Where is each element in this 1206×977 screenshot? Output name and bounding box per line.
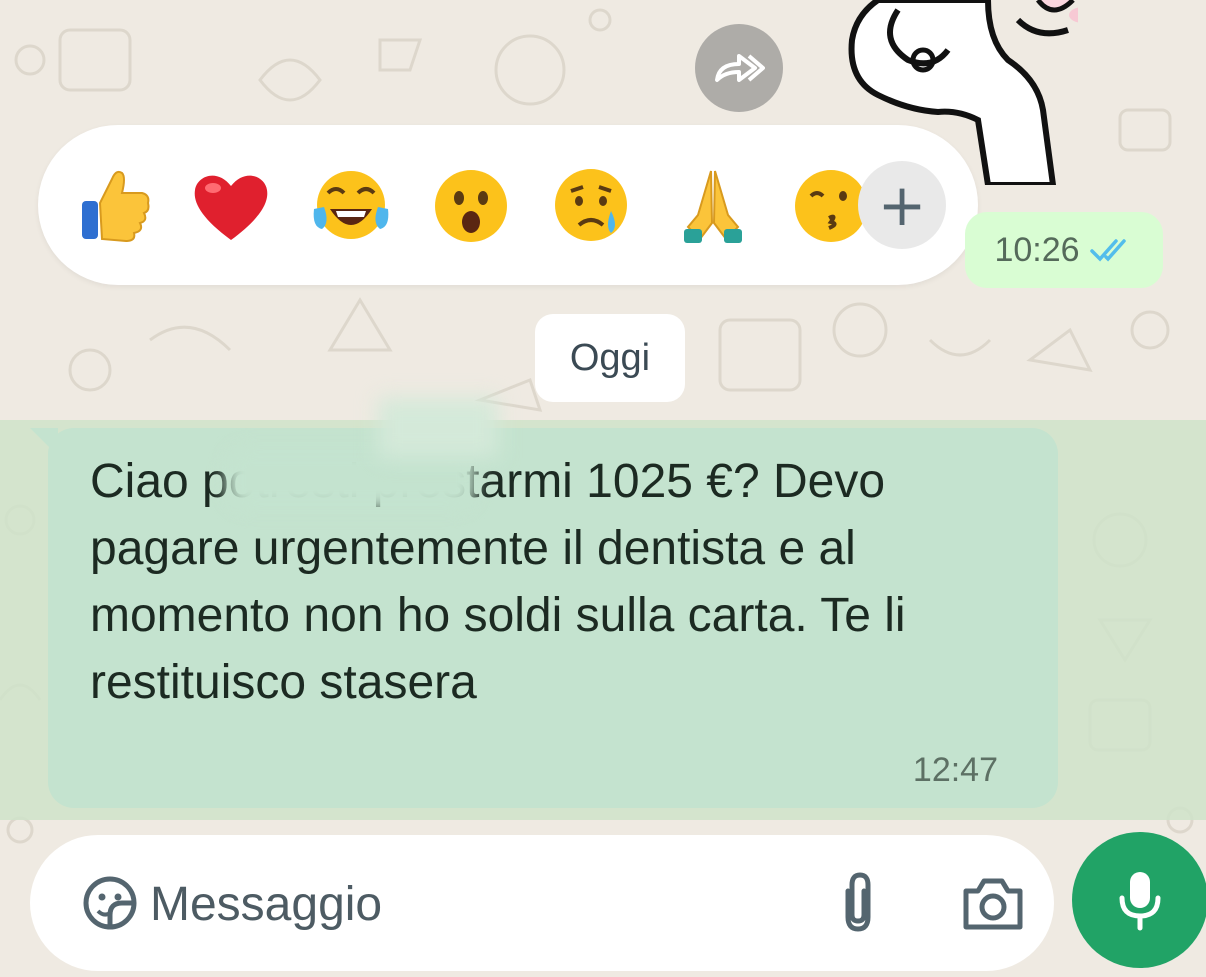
heart-icon [194,175,268,240]
message-text-prefix: Ciao [90,455,189,508]
previous-message-meta: 10:26 [965,212,1163,288]
message-text-body: potresti prestarmi 1025 €? Devo pagare u… [90,455,906,709]
message-time: 12:47 [912,751,998,789]
camera-icon[interactable] [960,875,1026,931]
attach-icon[interactable] [830,871,886,935]
reaction-thumbs-up[interactable] [74,165,156,247]
surprised-icon [435,170,507,242]
message-composer [30,835,1054,971]
sticker-emoji-icon[interactable] [80,873,140,933]
reaction-tears-of-joy[interactable] [310,165,392,247]
reaction-sad-tear[interactable] [550,165,632,247]
forward-icon [715,54,765,82]
redacted-name-overflow [378,398,498,458]
date-separator: Oggi [535,314,685,402]
reaction-picker: + [38,125,978,285]
previous-message-time: 10:26 [994,230,1080,269]
thumbs-up-icon [82,170,150,243]
reaction-praying-hands[interactable] [672,165,754,247]
double-check-read-icon [1089,239,1126,262]
reaction-heart[interactable] [190,165,272,247]
more-reactions-button[interactable]: + [858,161,946,249]
forward-button[interactable] [695,24,783,112]
incoming-message-bubble[interactable]: Ciao potresti prestarmi 1025 €? Devo pag… [48,398,1058,808]
plus-icon: + [877,171,927,239]
message-text: Ciao potresti prestarmi 1025 €? Devo pag… [90,448,970,716]
chat-screen: + 10:26 Oggi Ciao potresti prestarmi 102… [0,0,1206,977]
praying-hands-icon [684,170,742,243]
voice-message-button[interactable] [1072,832,1206,968]
microphone-icon [1119,872,1161,931]
message-input[interactable] [148,865,812,943]
reaction-surprised[interactable] [430,165,512,247]
sad-tear-icon [555,169,627,241]
tears-of-joy-icon [313,171,389,239]
